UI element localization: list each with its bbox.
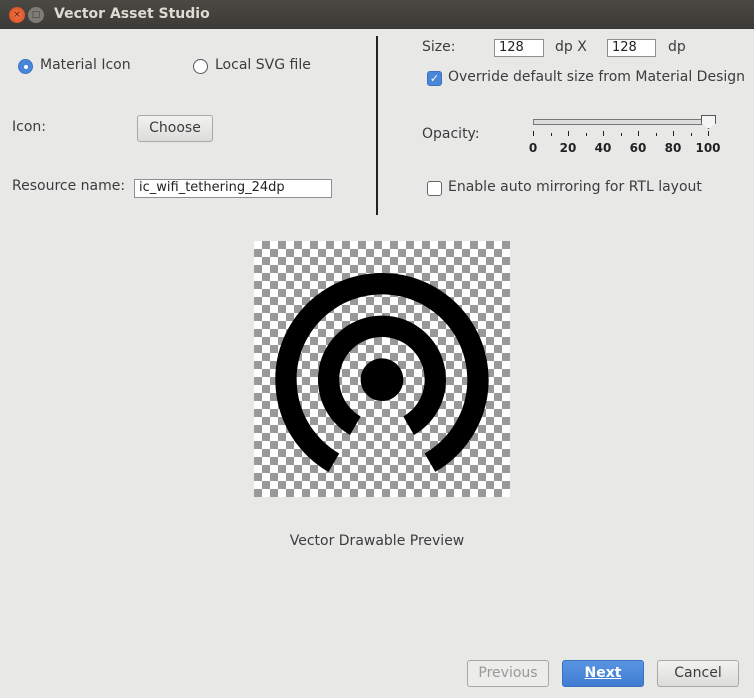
choose-button[interactable]: Choose: [137, 115, 213, 142]
preview-area: [254, 241, 510, 497]
opacity-tick: [550, 133, 552, 136]
opacity-tick-label: 0: [528, 141, 538, 155]
override-label[interactable]: Override default size from Material Desi…: [448, 69, 745, 85]
opacity-tick: [638, 131, 639, 136]
opacity-tick-label: 40: [594, 141, 612, 155]
wifi-tethering-icon: [275, 273, 489, 472]
resource-name-label: Resource name:: [12, 178, 126, 194]
dp-label: dp: [668, 39, 686, 55]
opacity-tick: [568, 131, 569, 136]
maximize-icon[interactable]: □: [28, 7, 44, 23]
local-svg-label[interactable]: Local SVG file: [215, 57, 311, 73]
opacity-tick: [690, 133, 692, 136]
opacity-tick-label: 100: [695, 141, 721, 155]
preview-caption: Vector Drawable Preview: [289, 533, 465, 549]
opacity-label: Opacity:: [422, 126, 480, 142]
width-input[interactable]: 128: [494, 39, 544, 57]
opacity-tick-label: 80: [664, 141, 682, 155]
material-icon-label[interactable]: Material Icon: [40, 57, 131, 73]
override-checkbox[interactable]: ✓: [427, 71, 442, 86]
opacity-slider-thumb[interactable]: [701, 115, 716, 129]
divider: [376, 36, 378, 215]
icon-label: Icon:: [12, 119, 46, 135]
opacity-tick: [620, 133, 622, 136]
auto-mirroring-checkbox[interactable]: [427, 181, 442, 196]
next-button[interactable]: Next: [562, 660, 644, 687]
opacity-tick: [655, 133, 657, 136]
cancel-button[interactable]: Cancel: [657, 660, 739, 687]
local-svg-radio[interactable]: [193, 59, 208, 74]
opacity-tick-label: 60: [629, 141, 647, 155]
previous-button[interactable]: Previous: [467, 660, 549, 687]
auto-mirroring-label[interactable]: Enable auto mirroring for RTL layout: [448, 179, 702, 195]
opacity-tick: [603, 131, 604, 136]
opacity-slider-track[interactable]: [533, 119, 709, 125]
opacity-tick: [533, 131, 534, 136]
opacity-tick: [673, 131, 674, 136]
opacity-tick: [585, 133, 587, 136]
resource-name-input[interactable]: ic_wifi_tethering_24dp: [134, 179, 332, 198]
dp-x-label: dp X: [555, 39, 587, 55]
size-label: Size:: [422, 39, 456, 55]
window-title: Vector Asset Studio: [54, 6, 210, 22]
close-icon[interactable]: ×: [9, 7, 25, 23]
height-input[interactable]: 128: [607, 39, 656, 57]
material-icon-radio[interactable]: [18, 59, 33, 74]
opacity-tick: [708, 131, 709, 136]
opacity-tick-label: 20: [559, 141, 577, 155]
